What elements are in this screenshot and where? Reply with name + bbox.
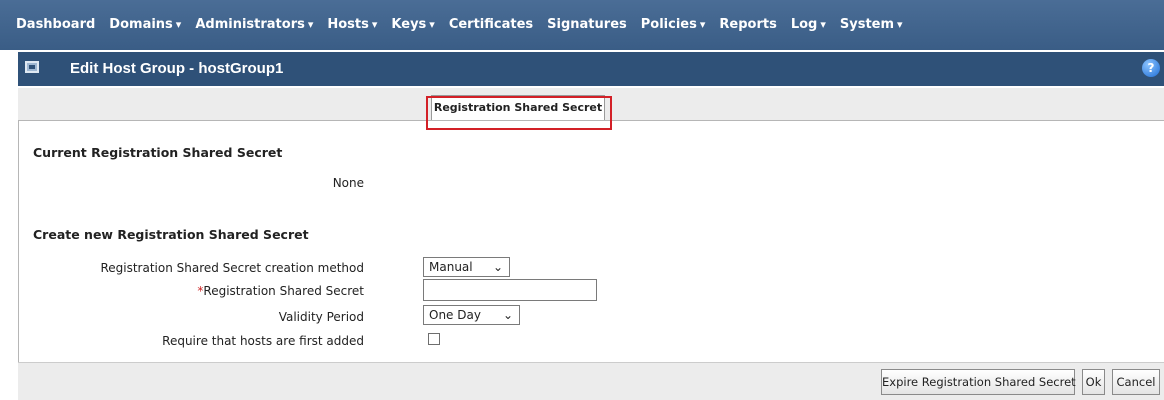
nav-signatures[interactable]: Signatures bbox=[541, 0, 635, 32]
ok-button[interactable]: Ok bbox=[1082, 369, 1105, 395]
create-secret-heading: Create new Registration Shared Secret bbox=[33, 227, 309, 242]
current-secret-value: None bbox=[332, 176, 364, 190]
nav-label: Domains bbox=[109, 17, 173, 32]
validity-period-select[interactable]: One Day ⌄ bbox=[423, 305, 520, 325]
nav-domains[interactable]: Domains ▾ bbox=[103, 0, 189, 32]
nav-log[interactable]: Log ▾ bbox=[785, 0, 834, 32]
chevron-down-icon: ⌄ bbox=[492, 260, 503, 274]
nav-administrators[interactable]: Administrators ▾ bbox=[189, 0, 321, 32]
shared-secret-label: *Registration Shared Secret bbox=[197, 284, 364, 298]
nav-label: Policies bbox=[640, 17, 697, 32]
chevron-down-icon: ▾ bbox=[820, 18, 826, 31]
validity-period-label: Validity Period bbox=[278, 310, 364, 324]
chevron-down-icon: ▾ bbox=[371, 18, 378, 31]
tab-highlight-box bbox=[426, 96, 612, 130]
chevron-down-icon: ▾ bbox=[699, 18, 706, 31]
nav-keys[interactable]: Keys ▾ bbox=[385, 0, 442, 32]
nav-label: Signatures bbox=[547, 17, 627, 32]
window-icon bbox=[25, 61, 39, 73]
frame-divider bbox=[18, 120, 19, 399]
chevron-down-icon: ▾ bbox=[429, 18, 435, 31]
shared-secret-label-text: Registration Shared Secret bbox=[203, 284, 364, 298]
page-title: Edit Host Group - hostGroup1 bbox=[70, 60, 284, 77]
current-secret-heading: Current Registration Shared Secret bbox=[33, 145, 283, 160]
nav-hosts[interactable]: Hosts ▾ bbox=[321, 0, 385, 32]
nav-label: System bbox=[839, 17, 895, 32]
nav-policies[interactable]: Policies ▾ bbox=[635, 0, 714, 32]
creation-method-label: Registration Shared Secret creation meth… bbox=[100, 261, 364, 275]
chevron-down-icon: ▾ bbox=[175, 18, 182, 31]
help-icon[interactable]: ? bbox=[1142, 59, 1160, 77]
chevron-down-icon: ▾ bbox=[307, 18, 314, 31]
cancel-button[interactable]: Cancel bbox=[1112, 369, 1160, 395]
nav-label: Administrators bbox=[195, 17, 305, 32]
require-hosts-checkbox[interactable] bbox=[428, 333, 440, 345]
nav-dashboard[interactable]: Dashboard bbox=[10, 0, 103, 32]
nav-certificates[interactable]: Certificates bbox=[443, 0, 541, 32]
creation-method-value: Manual bbox=[429, 260, 473, 274]
page-title-bar: Edit Host Group - hostGroup1 ? bbox=[18, 52, 1164, 86]
nav-system[interactable]: System ▾ bbox=[834, 0, 911, 32]
require-hosts-label: Require that hosts are first added bbox=[162, 334, 364, 348]
nav-label: Reports bbox=[719, 17, 777, 32]
nav-reports[interactable]: Reports bbox=[713, 0, 784, 32]
nav-label: Log bbox=[790, 17, 818, 32]
shared-secret-input[interactable] bbox=[423, 279, 597, 301]
top-nav: Dashboard Domains ▾ Administrators ▾ Hosts… bbox=[0, 0, 1164, 50]
nav-label: Keys bbox=[391, 17, 427, 32]
chevron-down-icon: ⌄ bbox=[502, 308, 513, 322]
validity-period-value: One Day bbox=[429, 308, 481, 322]
nav-label: Certificates bbox=[448, 17, 534, 32]
expire-secret-button[interactable]: Expire Registration Shared Secret bbox=[881, 369, 1076, 395]
creation-method-select[interactable]: Manual ⌄ bbox=[423, 257, 510, 277]
chevron-down-icon: ▾ bbox=[897, 18, 903, 31]
nav-label: Dashboard bbox=[16, 17, 96, 32]
nav-label: Hosts bbox=[327, 17, 369, 32]
